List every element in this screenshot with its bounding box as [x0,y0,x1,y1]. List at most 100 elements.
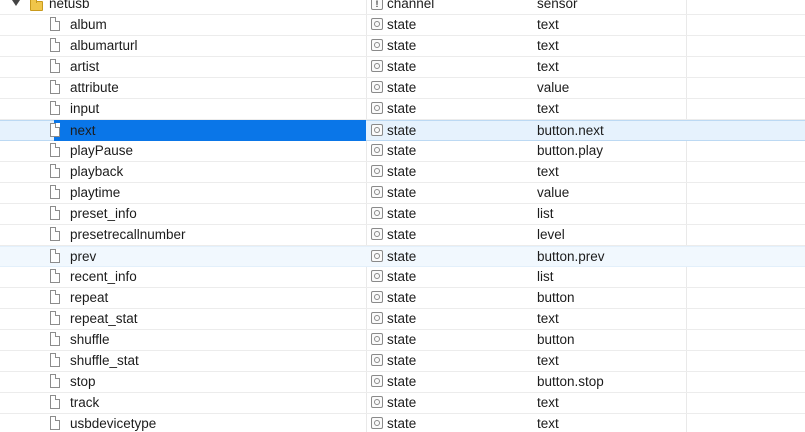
tree-row-type: state [387,143,417,158]
tree-row-role: list [537,269,554,284]
file-icon [50,80,60,94]
state-icon [371,102,383,114]
tree-row-prev[interactable]: prev state button.prev [0,246,805,267]
tree-row-next[interactable]: next state button.next [0,120,805,141]
file-icon [50,416,60,430]
file-icon [50,332,60,346]
tree-row-type: state [387,164,417,179]
tree-row-name: stop [70,374,96,389]
file-icon [50,59,60,73]
object-tree: netusb ! channel sensor album state text al… [0,0,805,432]
file-icon [50,38,60,52]
state-icon [371,250,383,262]
tree-row-name: attribute [70,80,119,95]
tree-row-name: track [70,395,100,410]
file-icon [50,143,60,157]
tree-row-type: state [387,101,417,116]
tree-row-role: text [537,353,559,368]
state-icon [371,417,383,429]
state-icon [371,375,383,387]
folder-icon [30,0,43,11]
tree-row-role: text [537,38,559,53]
tree-row-name: playback [70,164,124,179]
tree-row-role: value [537,185,570,200]
tree-row-netusb[interactable]: netusb ! channel sensor [0,0,805,15]
tree-row-type: state [387,123,417,138]
file-icon [50,290,60,304]
state-icon [371,60,383,72]
file-icon [50,269,60,283]
channel-icon: ! [371,0,383,10]
state-icon [371,18,383,30]
state-icon [371,81,383,93]
tree-row-name: artist [70,59,100,74]
tree-row-type: state [387,80,417,95]
tree-row-name: repeat [70,290,109,305]
tree-row-role: text [537,416,559,431]
tree-row-album[interactable]: album state text [0,15,805,36]
state-icon [371,354,383,366]
tree-row-track[interactable]: track state text [0,393,805,414]
state-icon [371,291,383,303]
tree-row-shuffle-stat[interactable]: shuffle_stat state text [0,351,805,372]
tree-row-type: state [387,374,417,389]
tree-row-role: button.next [537,123,604,138]
tree-row-artist[interactable]: artist state text [0,57,805,78]
state-icon [371,270,383,282]
state-icon [371,144,383,156]
tree-row-name: playtime [70,185,121,200]
file-icon [50,206,60,220]
tree-row-stop[interactable]: stop state button.stop [0,372,805,393]
tree-row-shuffle[interactable]: shuffle state button [0,330,805,351]
state-icon [371,124,383,136]
collapse-arrow-icon[interactable] [12,0,20,6]
tree-row-role: text [537,164,559,179]
tree-row-preset-info[interactable]: preset_info state list [0,204,805,225]
tree-row-attribute[interactable]: attribute state value [0,78,805,99]
state-icon [371,186,383,198]
file-icon [50,185,60,199]
tree-row-type: state [387,353,417,368]
state-icon [371,207,383,219]
tree-row-playpause[interactable]: playPause state button.play [0,141,805,162]
tree-row-input[interactable]: input state text [0,99,805,120]
tree-row-role: button [537,332,575,347]
tree-row-presetrecallnumber[interactable]: presetrecallnumber state level [0,225,805,246]
tree-row-type: state [387,206,417,221]
tree-row-type: state [387,59,417,74]
tree-row-role: button.stop [537,374,604,389]
file-icon [50,395,60,409]
state-icon [371,39,383,51]
tree-row-type: channel [387,0,435,11]
tree-row-name: shuffle_stat [70,353,139,368]
state-icon [371,396,383,408]
file-icon [50,17,60,31]
tree-row-name: prev [70,249,97,264]
tree-row-name: preset_info [70,206,137,221]
tree-row-repeat[interactable]: repeat state button [0,288,805,309]
tree-row-role: button.play [537,143,604,158]
tree-row-type: state [387,395,417,410]
tree-row-name: shuffle [70,332,110,347]
tree-row-playtime[interactable]: playtime state value [0,183,805,204]
tree-row-name: playPause [70,143,134,158]
tree-row-type: state [387,185,417,200]
tree-row-name: repeat_stat [70,311,138,326]
tree-row-name: albumarturl [70,38,138,53]
tree-row-playback[interactable]: playback state text [0,162,805,183]
tree-row-type: state [387,332,417,347]
tree-row-type: state [387,416,417,431]
tree-row-usbdevicetype[interactable]: usbdevicetype state text [0,414,805,432]
tree-row-name: netusb [49,0,90,11]
tree-row-role: value [537,80,570,95]
tree-row-role: button [537,290,575,305]
tree-row-role: button.prev [537,249,605,264]
state-icon [371,228,383,240]
tree-row-albumarturl[interactable]: albumarturl state text [0,36,805,57]
tree-row-recent-info[interactable]: recent_info state list [0,267,805,288]
tree-row-role: text [537,311,559,326]
tree-row-repeat-stat[interactable]: repeat_stat state text [0,309,805,330]
tree-row-name: presetrecallnumber [70,227,186,242]
tree-row-role: sensor [537,0,578,11]
tree-row-type: state [387,38,417,53]
